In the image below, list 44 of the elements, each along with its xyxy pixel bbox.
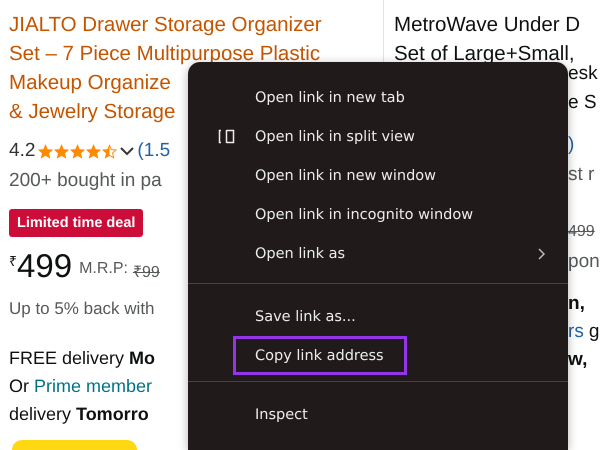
product-title-line[interactable]: JIALTO Drawer Storage Organizer xyxy=(9,15,322,35)
split-view-icon xyxy=(218,129,235,144)
product-title-line[interactable]: Set of Large+Small, xyxy=(394,44,575,64)
menu-item[interactable]: Open link in incognito window xyxy=(210,195,548,234)
menu-item[interactable]: Inspect xyxy=(210,395,548,434)
star-icon xyxy=(86,144,102,158)
cashback-text: Up to 5% back with xyxy=(9,298,155,320)
product-title-line[interactable]: Set – 7 Piece Multipurpose Plastic xyxy=(9,44,320,64)
star-icon xyxy=(54,144,70,158)
link-text[interactable]: rs xyxy=(568,318,584,346)
review-count[interactable]: (1.5 xyxy=(137,140,170,162)
menu-item[interactable]: Copy link address xyxy=(233,336,407,375)
delivery-text: FREE delivery Mo xyxy=(9,347,156,370)
product-text: esk xyxy=(568,63,598,86)
product-title-line[interactable]: MetroWave Under D xyxy=(394,15,580,35)
product-text: w, xyxy=(568,348,588,372)
star-icon xyxy=(102,144,118,158)
star-icon xyxy=(70,144,86,158)
rating-value: 4.2 xyxy=(9,140,36,162)
menu-item[interactable]: Open link in new window xyxy=(210,156,548,195)
bought-count: 200+ bought in pa xyxy=(9,169,162,193)
prime-text: Or xyxy=(9,376,30,396)
product-text: g xyxy=(588,320,600,344)
mrp-label: M.R.P: xyxy=(79,260,128,278)
delivery-text: delivery Tomorro xyxy=(9,403,149,426)
product-text: st r xyxy=(568,163,594,187)
product-text: 499 xyxy=(568,222,595,242)
prime-link[interactable]: Prime member xyxy=(34,376,152,396)
menu-item[interactable]: Open link as xyxy=(210,234,548,273)
price: 499 xyxy=(17,247,72,285)
star-icon xyxy=(38,144,54,158)
product-text: pon xyxy=(568,250,600,274)
chevron-down-icon[interactable] xyxy=(120,146,134,156)
product-title-line[interactable]: Makeup Organize xyxy=(9,73,171,93)
product-text: n, xyxy=(568,292,585,316)
currency-symbol: ₹ xyxy=(9,252,17,270)
deal-badge: Limited time deal xyxy=(9,209,144,237)
menu-item[interactable]: Open link in new tab xyxy=(210,78,548,117)
product-title-line[interactable]: & Jewelry Storage xyxy=(9,102,176,122)
menu-item[interactable]: Open link in split view xyxy=(210,117,548,156)
menu-item[interactable]: Save link as... xyxy=(210,297,548,336)
mrp-price: ₹99 xyxy=(132,263,160,282)
product-text: e S xyxy=(568,91,597,115)
link-text[interactable]: ) xyxy=(568,131,574,159)
